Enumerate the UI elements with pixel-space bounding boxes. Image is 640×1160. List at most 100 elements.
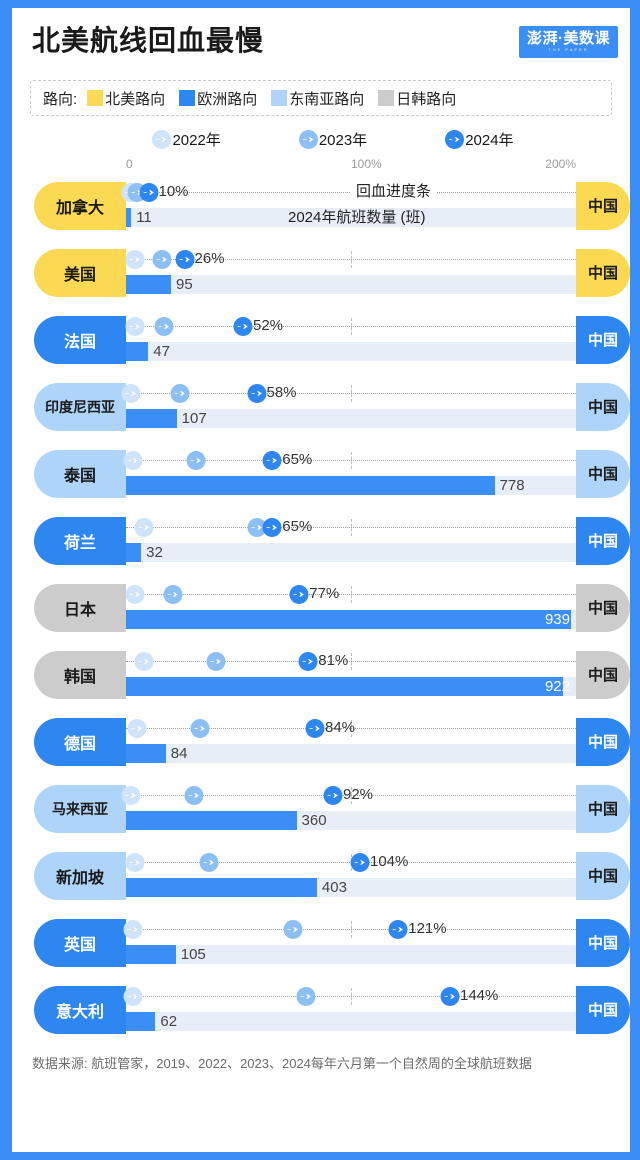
data-source-note: 数据来源: 航班管家，2019、2022、2023、2024每年六月第一个自然周… (32, 1053, 610, 1075)
origin-label: 马来西亚 (52, 799, 108, 819)
plane-marker-2024-icon (263, 518, 282, 537)
row-plot: 52%47 (126, 316, 576, 364)
legend-swatch-icon (179, 90, 195, 106)
legend-swatch-icon (271, 90, 287, 106)
flights-value-label: 84 (171, 744, 188, 763)
origin-pill-新加坡[interactable]: 新加坡 (34, 852, 126, 900)
origin-pill-美国[interactable]: 美国 (34, 249, 126, 297)
flights-track: 107 (126, 409, 576, 428)
origin-pill-印度尼西亚[interactable]: 印度尼西亚 (34, 383, 126, 431)
recovery-percent-label: 104% (370, 852, 408, 871)
row-plot: 121% 105 (126, 919, 576, 967)
plane-marker-2024-icon (306, 719, 325, 738)
destination-pill[interactable]: 中国 (576, 986, 630, 1034)
plane-marker-2024-icon (139, 183, 158, 202)
origin-pill-意大利[interactable]: 意大利 (34, 986, 126, 1034)
origin-label: 印度尼西亚 (45, 397, 115, 417)
destination-pill[interactable]: 中国 (576, 718, 630, 766)
row-plot: 104% 403 (126, 852, 576, 900)
origin-pill-泰国[interactable]: 泰国 (34, 450, 126, 498)
flights-value-label: 11 (136, 208, 152, 227)
origin-pill-英国[interactable]: 英国 (34, 919, 126, 967)
destination-label: 中国 (588, 329, 618, 350)
recovery-percent-label: 58% (267, 383, 297, 402)
flights-bar (126, 1012, 155, 1031)
origin-pill-日本[interactable]: 日本 (34, 584, 126, 632)
recovery-percent-label: 65% (282, 450, 312, 469)
row-plot: 77%939 (126, 584, 576, 632)
destination-pill[interactable]: 中国 (576, 919, 630, 967)
plane-marker-2024-icon (324, 786, 343, 805)
destination-pill[interactable]: 中国 (576, 852, 630, 900)
chart-row: 荷兰65%32中国 (12, 507, 630, 574)
destination-label: 中国 (588, 798, 618, 819)
destination-label: 中国 (588, 932, 618, 953)
destination-pill[interactable]: 中国 (576, 651, 630, 699)
row-plot: 81%922 (126, 651, 576, 699)
flights-value-label: 47 (153, 342, 170, 361)
plane-marker-2022-icon (121, 786, 140, 805)
recovery-percent-label: 84% (325, 718, 355, 737)
plane-marker-2023-icon (191, 719, 210, 738)
destination-pill[interactable]: 中国 (576, 182, 630, 230)
gridline-100 (351, 385, 352, 402)
chart-row: 意大利144%62 中国 (12, 976, 630, 1043)
chart-row: 德国 84% 84 中国 (12, 708, 630, 775)
destination-pill[interactable]: 中国 (576, 383, 630, 431)
destination-pill[interactable]: 中国 (576, 785, 630, 833)
destination-label: 中国 (588, 664, 618, 685)
chart-row: 法国52%47 中国 (12, 306, 630, 373)
legend-swatch-icon (378, 90, 394, 106)
recovery-percent-label: 10% (159, 182, 189, 201)
destination-pill[interactable]: 中国 (576, 517, 630, 565)
flights-track: 360 (126, 811, 576, 830)
origin-pill-马来西亚[interactable]: 马来西亚 (34, 785, 126, 833)
destination-pill[interactable]: 中国 (576, 316, 630, 364)
destination-label: 中国 (588, 999, 618, 1020)
origin-pill-德国[interactable]: 德国 (34, 718, 126, 766)
recovery-percent-label: 92% (343, 785, 373, 804)
flights-track: 403 (126, 878, 576, 897)
gridline-100 (351, 653, 352, 670)
origin-pill-荷兰[interactable]: 荷兰 (34, 517, 126, 565)
flights-track: 105 (126, 945, 576, 964)
destination-pill[interactable]: 中国 (576, 249, 630, 297)
destination-pill[interactable]: 中国 (576, 584, 630, 632)
plane-marker-2022-icon (126, 317, 145, 336)
flights-bar (126, 677, 563, 696)
plane-marker-2022-icon (126, 250, 145, 269)
origin-pill-韩国[interactable]: 韩国 (34, 651, 126, 699)
gridline-100 (351, 318, 352, 335)
axis-tick-label: 200% (545, 157, 576, 171)
plane-marker-2022-icon (123, 451, 142, 470)
plane-marker-2024-icon (299, 652, 318, 671)
flights-bar (126, 878, 317, 897)
origin-pill-法国[interactable]: 法国 (34, 316, 126, 364)
flights-value-label: 62 (160, 1012, 177, 1031)
row-plot: 84% 84 (126, 718, 576, 766)
annotation-flights: 2024年航班数量 (班) (288, 208, 426, 227)
plane-marker-2023-icon (283, 920, 302, 939)
route-legend-label: 路向: (43, 88, 77, 109)
plane-marker-2022-icon (123, 920, 142, 939)
row-plot: 144%62 (126, 986, 576, 1034)
plane-marker-2022-icon (121, 384, 140, 403)
destination-pill[interactable]: 中国 (576, 450, 630, 498)
row-plot: 10%11回血进度条2024年航班数量 (班) (126, 182, 576, 230)
flights-track: 47 (126, 342, 576, 361)
year-legend-item-2024年: 2024年 (445, 129, 513, 150)
flights-value-label: 105 (181, 945, 206, 964)
destination-label: 中国 (588, 262, 618, 283)
chart-row: 英国 121% 105 中国 (12, 909, 630, 976)
legend-item-4: 日韩路向 (378, 88, 456, 109)
chart-row: 新加坡 104% 403中国 (12, 842, 630, 909)
origin-label: 泰国 (64, 462, 96, 486)
publisher-logo: 澎湃·美数课 THE PAPER (519, 26, 618, 58)
origin-pill-加拿大[interactable]: 加拿大 (34, 182, 126, 230)
row-plot: 92%360 (126, 785, 576, 833)
plane-marker-2023-icon (299, 130, 318, 149)
flights-track: 62 (126, 1012, 576, 1031)
plane-marker-2023-icon (186, 451, 205, 470)
recovery-percent-label: 121% (408, 919, 446, 938)
plane-marker-2022-icon (126, 585, 145, 604)
